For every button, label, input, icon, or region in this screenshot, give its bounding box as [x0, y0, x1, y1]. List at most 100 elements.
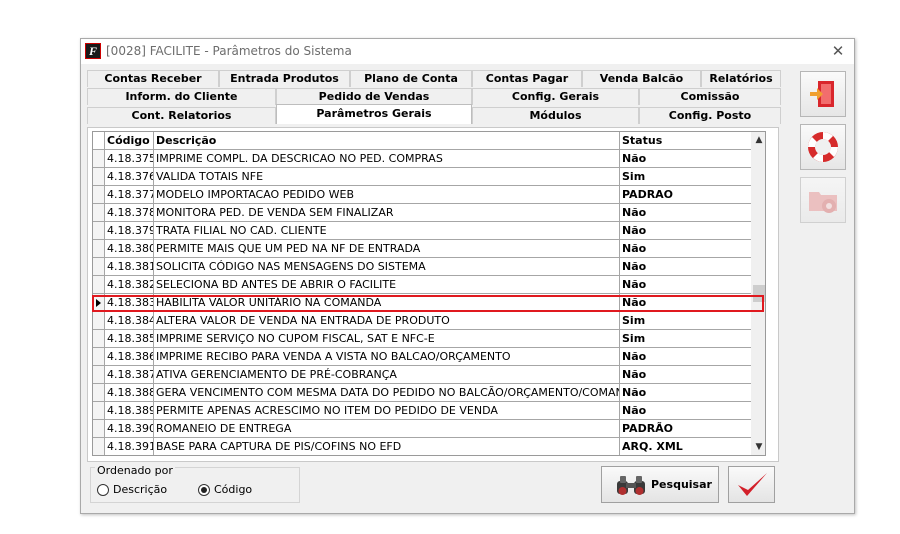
table-row[interactable]: 4.18.381 SOLICITA CÓDIGO NAS MENSAGENS DO…	[93, 258, 762, 276]
cell-codigo[interactable]: 4.18.386	[105, 348, 154, 366]
cell-status[interactable]: Sim	[620, 312, 762, 330]
cell-descricao[interactable]: MODELO IMPORTACAO PEDIDO WEB	[154, 186, 620, 204]
row-indicator-cell[interactable]	[93, 330, 105, 348]
table-row[interactable]: 4.18.382 SELECIONA BD ANTES DE ABRIR O FA…	[93, 276, 762, 294]
header-codigo[interactable]: Código	[105, 132, 154, 150]
cell-codigo[interactable]: 4.18.381	[105, 258, 154, 276]
confirm-button[interactable]	[728, 466, 775, 503]
row-indicator-cell[interactable]	[93, 312, 105, 330]
cell-descricao[interactable]: IMPRIME SERVIÇO NO CUPOM FISCAL, SAT E N…	[154, 330, 620, 348]
cell-status[interactable]: Sim	[620, 330, 762, 348]
cell-codigo[interactable]: 4.18.384	[105, 312, 154, 330]
scroll-up-icon[interactable]: ▲	[751, 132, 765, 148]
table-row[interactable]: 4.18.388 GERA VENCIMENTO COM MESMA DATA D…	[93, 384, 762, 402]
row-indicator-cell[interactable]	[93, 222, 105, 240]
cell-descricao[interactable]: BASE PARA CAPTURA DE PIS/COFINS NO EFD	[154, 438, 620, 455]
tab-plano-de-conta[interactable]: Plano de Conta	[350, 70, 472, 87]
cell-codigo[interactable]: 4.18.380	[105, 240, 154, 258]
cell-codigo[interactable]: 4.18.375	[105, 150, 154, 168]
table-row[interactable]: 4.18.387 ATIVA GERENCIAMENTO DE PRÉ-COBRA…	[93, 366, 762, 384]
row-indicator-cell[interactable]	[93, 240, 105, 258]
cell-status[interactable]: Não	[620, 150, 762, 168]
radio-codigo[interactable]	[198, 484, 210, 496]
tab-modulos[interactable]: Módulos	[472, 107, 639, 124]
table-row[interactable]: 4.18.385 IMPRIME SERVIÇO NO CUPOM FISCAL,…	[93, 330, 762, 348]
radio-descricao-label[interactable]: Descrição	[113, 483, 167, 496]
cell-status[interactable]: PADRÃO	[620, 420, 762, 438]
tab-venda-balcao[interactable]: Venda Balcão	[582, 70, 701, 87]
tab-pedido-de-vendas[interactable]: Pedido de Vendas	[276, 88, 472, 105]
table-row[interactable]: 4.18.391 BASE PARA CAPTURA DE PIS/COFINS …	[93, 438, 762, 455]
parameters-grid[interactable]: Código Descrição Status 4.18.375 IMPRIME …	[92, 131, 766, 456]
row-indicator-cell[interactable]	[93, 438, 105, 455]
table-row[interactable]: 4.18.390 ROMANEIO DE ENTREGA PADRÃO	[93, 420, 762, 438]
tab-entrada-produtos[interactable]: Entrada Produtos	[219, 70, 350, 87]
cell-descricao[interactable]: PERMITE MAIS QUE UM PED NA NF DE ENTRADA	[154, 240, 620, 258]
cell-status[interactable]: ARQ. XML	[620, 438, 762, 455]
table-row[interactable]: 4.18.384 ALTERA VALOR DE VENDA NA ENTRADA…	[93, 312, 762, 330]
row-indicator-cell[interactable]	[93, 258, 105, 276]
tab-config-posto[interactable]: Config. Posto	[639, 107, 781, 124]
grid-scrollbar[interactable]: ▲ ▼	[751, 132, 765, 455]
cell-codigo[interactable]: 4.18.388	[105, 384, 154, 402]
tab-cont-relatorios[interactable]: Cont. Relatorios	[87, 107, 276, 124]
table-row[interactable]: 4.18.389 PERMITE APENAS ACRESCIMO NO ITEM…	[93, 402, 762, 420]
row-indicator-cell[interactable]	[93, 168, 105, 186]
cell-descricao[interactable]: ATIVA GERENCIAMENTO DE PRÉ-COBRANÇA	[154, 366, 620, 384]
cell-status[interactable]: PADRAO	[620, 186, 762, 204]
row-indicator-cell[interactable]	[93, 204, 105, 222]
row-indicator-cell[interactable]	[93, 420, 105, 438]
cell-status[interactable]: Não	[620, 366, 762, 384]
tab-contas-receber[interactable]: Contas Receber	[87, 70, 219, 87]
cell-codigo[interactable]: 4.18.385	[105, 330, 154, 348]
cell-descricao[interactable]: IMPRIME RECIBO PARA VENDA A VISTA NO BAL…	[154, 348, 620, 366]
cell-codigo[interactable]: 4.18.391	[105, 438, 154, 455]
cell-descricao[interactable]: PERMITE APENAS ACRESCIMO NO ITEM DO PEDI…	[154, 402, 620, 420]
tab-config-gerais[interactable]: Config. Gerais	[472, 88, 639, 105]
cell-descricao[interactable]: GERA VENCIMENTO COM MESMA DATA DO PEDIDO…	[154, 384, 620, 402]
close-icon[interactable]: ✕	[830, 42, 846, 60]
header-status[interactable]: Status	[620, 132, 762, 150]
row-indicator-cell[interactable]	[93, 150, 105, 168]
tab-inform-do-cliente[interactable]: Inform. do Cliente	[87, 88, 276, 105]
cell-descricao[interactable]: TRATA FILIAL NO CAD. CLIENTE	[154, 222, 620, 240]
cell-descricao[interactable]: IMPRIME COMPL. DA DESCRICAO NO PED. COMP…	[154, 150, 620, 168]
cell-status[interactable]: Sim	[620, 168, 762, 186]
cell-descricao[interactable]: SOLICITA CÓDIGO NAS MENSAGENS DO SISTEMA	[154, 258, 620, 276]
cell-status[interactable]: Não	[620, 258, 762, 276]
cell-descricao[interactable]: ALTERA VALOR DE VENDA NA ENTRADA DE PROD…	[154, 312, 620, 330]
cell-status[interactable]: Não	[620, 348, 762, 366]
cell-codigo[interactable]: 4.18.390	[105, 420, 154, 438]
row-indicator-cell[interactable]	[93, 366, 105, 384]
cell-descricao[interactable]: VALIDA TOTAIS NFE	[154, 168, 620, 186]
cell-codigo[interactable]: 4.18.389	[105, 402, 154, 420]
tab-parametros-gerais[interactable]: Parâmetros Gerais	[276, 104, 472, 124]
cell-descricao[interactable]: ROMANEIO DE ENTREGA	[154, 420, 620, 438]
row-indicator-cell[interactable]	[93, 348, 105, 366]
scroll-down-icon[interactable]: ▼	[751, 439, 765, 455]
cell-descricao[interactable]: SELECIONA BD ANTES DE ABRIR O FACILITE	[154, 276, 620, 294]
table-row[interactable]: 4.18.376 VALIDA TOTAIS NFE Sim	[93, 168, 762, 186]
cell-codigo[interactable]: 4.18.387	[105, 366, 154, 384]
table-row[interactable]: 4.18.378 MONITORA PED. DE VENDA SEM FINAL…	[93, 204, 762, 222]
table-row[interactable]: 4.18.379 TRATA FILIAL NO CAD. CLIENTE Não	[93, 222, 762, 240]
config-button[interactable]	[800, 177, 846, 223]
help-button[interactable]	[800, 124, 846, 170]
cell-codigo[interactable]: 4.18.382	[105, 276, 154, 294]
row-indicator-cell[interactable]	[93, 276, 105, 294]
row-indicator-cell[interactable]	[93, 384, 105, 402]
radio-descricao[interactable]	[97, 484, 109, 496]
cell-status[interactable]: Não	[620, 240, 762, 258]
cell-status[interactable]: Não	[620, 402, 762, 420]
cell-codigo[interactable]: 4.18.379	[105, 222, 154, 240]
cell-codigo[interactable]: 4.18.377	[105, 186, 154, 204]
radio-codigo-label[interactable]: Código	[214, 483, 252, 496]
cell-status[interactable]: Não	[620, 222, 762, 240]
table-row[interactable]: 4.18.386 IMPRIME RECIBO PARA VENDA A VIST…	[93, 348, 762, 366]
cell-codigo[interactable]: 4.18.376	[105, 168, 154, 186]
table-row[interactable]: 4.18.375 IMPRIME COMPL. DA DESCRICAO NO P…	[93, 150, 762, 168]
tab-relatorios[interactable]: Relatórios	[701, 70, 781, 87]
cell-codigo[interactable]: 4.18.378	[105, 204, 154, 222]
cell-status[interactable]: Não	[620, 384, 762, 402]
cell-status[interactable]: Não	[620, 204, 762, 222]
